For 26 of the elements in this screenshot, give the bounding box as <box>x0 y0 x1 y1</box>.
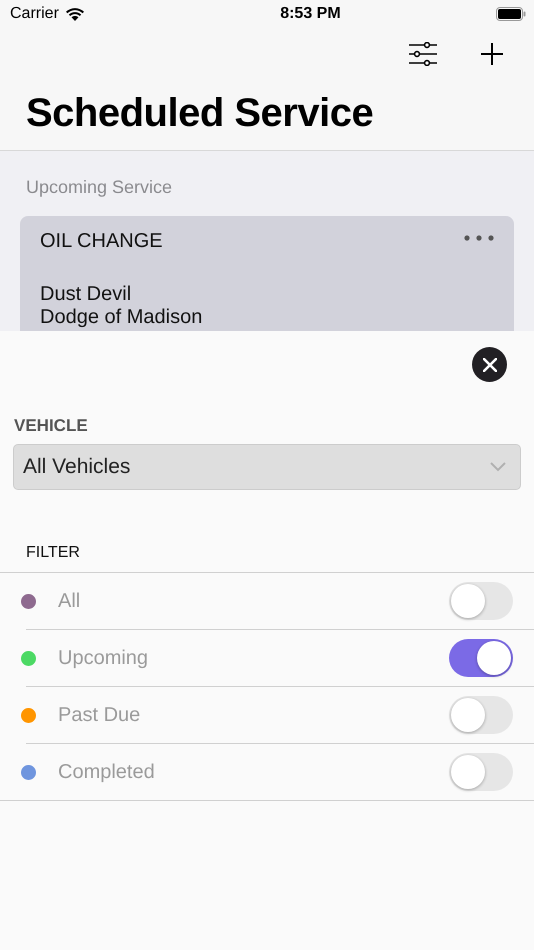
chevron-down-icon <box>490 462 506 472</box>
close-button[interactable] <box>472 347 507 382</box>
dealer-name: Dodge of Madison <box>40 306 204 329</box>
filter-option: Upcoming <box>58 646 449 670</box>
service-name: OIL CHANGE <box>40 230 163 253</box>
section-header: Upcoming Service <box>26 177 174 198</box>
toggle-switch[interactable] <box>449 582 513 620</box>
vehicle-label: VEHICLE <box>14 416 89 436</box>
more-icon[interactable] <box>464 235 494 241</box>
toggle-switch[interactable] <box>449 753 513 791</box>
filter-option: All <box>58 590 449 612</box>
battery-icon <box>496 7 526 21</box>
toggle-switch[interactable] <box>449 639 513 677</box>
filter-label: FILTER <box>26 544 81 562</box>
toggle-switch[interactable] <box>449 696 513 734</box>
filter-option: Past Due <box>58 704 449 726</box>
wifi-icon <box>64 7 85 21</box>
carrier-label: Carrier <box>10 5 59 23</box>
vehicle-dropdown[interactable]: All Vehicles <box>13 444 521 490</box>
vehicle-name: Dust Devil <box>40 283 132 306</box>
status-time: 8:53 PM <box>280 5 341 23</box>
filter-sliders-icon[interactable] <box>408 42 438 66</box>
close-icon <box>482 358 496 372</box>
add-icon[interactable] <box>480 42 504 66</box>
filter-option: Completed <box>58 760 449 784</box>
service-card[interactable]: OIL CHANGE Dust Devil Dodge of Madison <box>20 216 514 331</box>
